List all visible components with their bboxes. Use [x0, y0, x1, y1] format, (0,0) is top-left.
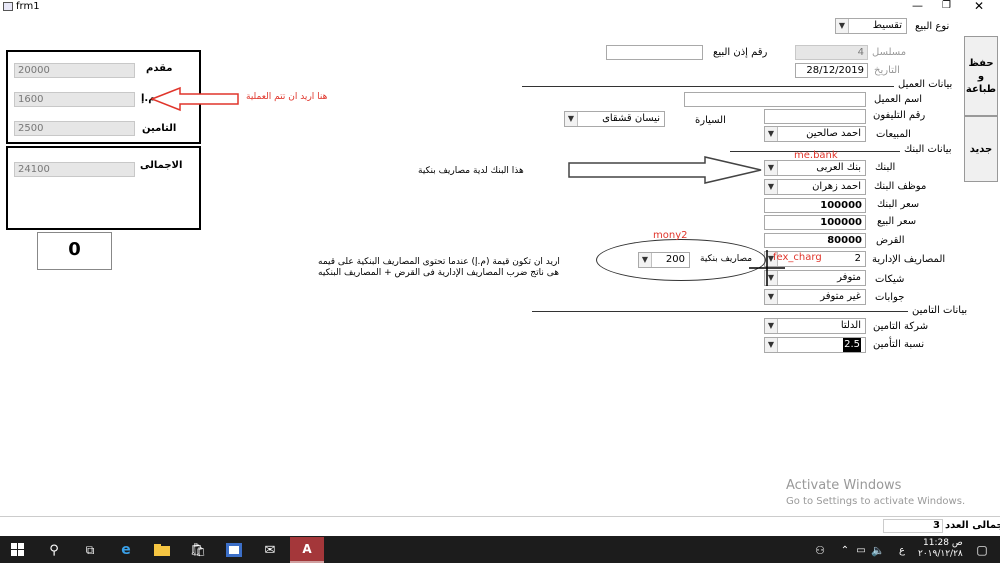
phone-field[interactable]: [764, 109, 866, 124]
m-field: 1600: [14, 92, 135, 107]
task-view-icon[interactable]: ⧉: [78, 537, 102, 563]
total-box: [6, 146, 201, 230]
sale-type-label: نوع البيع: [915, 21, 950, 32]
volume-icon[interactable]: 🔈: [870, 537, 886, 563]
loan-label: القرض: [876, 235, 905, 246]
count-value: 3: [933, 520, 940, 531]
language-indicator[interactable]: ع: [896, 537, 908, 563]
clock-date[interactable]: ٢٠١٩/١٢/٢٨: [918, 549, 963, 559]
bank-price-field[interactable]: 100000: [764, 198, 866, 213]
m-arrow: [150, 86, 239, 112]
chevron-up-icon[interactable]: ⌃: [838, 537, 852, 563]
employee-select[interactable]: ▼ احمد زهران: [764, 179, 866, 195]
minimize-icon[interactable]: —: [912, 0, 923, 12]
car-label: السيارة: [695, 115, 726, 126]
bank-arrow: [568, 156, 762, 184]
people-icon[interactable]: ⚇: [810, 537, 830, 563]
insurance-rate-select[interactable]: ▼ 2.5: [764, 337, 866, 353]
bank-select[interactable]: ▼ بنك العربى: [764, 160, 866, 176]
insurance-rate-label: نسبة التأمين: [873, 339, 925, 350]
phone-label: رقم التليفون: [873, 110, 926, 121]
formula-note-line2: هى ناتج ضرب المصاريف الإدارية فى القرض +…: [318, 268, 559, 278]
total-label: الاجمالى: [140, 160, 183, 171]
access-icon[interactable]: A: [290, 537, 324, 563]
windows-start-icon[interactable]: [6, 537, 30, 563]
network-icon[interactable]: ▭: [854, 537, 868, 563]
car-select[interactable]: ▼ نيسان قشقاى: [564, 111, 665, 127]
search-icon[interactable]: ⚲: [42, 537, 66, 563]
bank-price-label: سعر البنك: [877, 199, 920, 210]
close-icon[interactable]: ✕: [974, 0, 984, 13]
status-bar: [0, 516, 1000, 536]
sale-price-field[interactable]: 100000: [764, 215, 866, 230]
date-field[interactable]: 28/12/2019: [795, 63, 868, 78]
letters-select[interactable]: ▼ غير متوفر: [764, 289, 866, 305]
m-note: هنا اريد ان تتم العملية: [246, 92, 328, 102]
chevron-down-icon: ▼: [565, 112, 578, 126]
chevron-down-icon: ▼: [765, 338, 778, 352]
total-field: 24100: [14, 162, 135, 177]
bank-section-title: بيانات البنك: [904, 144, 952, 155]
sales-label: المبيعات: [876, 129, 911, 140]
insurance-amount-label: التامين: [142, 123, 177, 134]
down-payment-label: مقدم: [146, 63, 173, 74]
chevron-down-icon: ▼: [765, 319, 778, 333]
insurance-section-divider: [532, 311, 908, 312]
date-label: التاريخ: [874, 65, 900, 76]
notification-icon[interactable]: ▢: [972, 537, 992, 563]
chevron-down-icon: ▼: [765, 180, 778, 194]
permit-label: رقم إذن البيع: [713, 47, 768, 58]
clock-time[interactable]: 11:28 ص: [923, 538, 963, 548]
sale-type-select[interactable]: ▼ تقسيط: [835, 18, 907, 34]
letters-label: جوابات: [875, 292, 905, 303]
loan-field[interactable]: 80000: [764, 233, 866, 248]
chevron-down-icon: ▼: [765, 161, 778, 175]
formula-note-line1: اريد ان تكون قيمة (م.إ) عندما تحتوى المص…: [318, 257, 560, 267]
bank-fees-label: مصاريف بنكية: [700, 254, 753, 264]
insurance-company-select[interactable]: ▼ الدلتا: [764, 318, 866, 334]
count-label: اجمالى العدد: [945, 520, 1000, 531]
chevron-down-icon: ▼: [765, 127, 778, 141]
down-payment-field: 20000: [14, 63, 135, 78]
save-print-button[interactable]: حفظ و طباعة: [964, 36, 998, 116]
zero-box: 0: [37, 232, 112, 270]
employee-label: موظف البنك: [874, 181, 927, 192]
insurance-amount-field: 2500: [14, 121, 135, 136]
chevron-down-icon: ▼: [765, 290, 778, 304]
crosshair-mark: [749, 250, 785, 286]
chevron-down-icon: ▼: [836, 19, 849, 33]
app-icon-blue[interactable]: [222, 537, 246, 563]
client-section-title: بيانات العميل: [898, 79, 953, 90]
watermark-line2: Go to Settings to activate Windows.: [786, 496, 966, 507]
mony2-annotation: mony2: [653, 230, 688, 241]
watermark-line1: Activate Windows: [786, 478, 902, 493]
sale-price-label: سعر البيع: [877, 216, 917, 227]
checks-label: شيكات: [875, 274, 905, 285]
bank-fees-select[interactable]: ▼ 200: [638, 252, 690, 268]
title-bar: frm1 — ❐ ✕: [0, 0, 1000, 14]
insurance-section-title: بيانات التامين: [912, 305, 968, 316]
serial-field: 4: [795, 45, 868, 60]
admin-fees-label: المصاريف الإدارية: [872, 254, 946, 265]
permit-field[interactable]: [606, 45, 703, 60]
app-icon: [3, 2, 13, 11]
file-explorer-icon[interactable]: [150, 537, 174, 563]
maximize-icon[interactable]: ❐: [942, 0, 951, 11]
insurance-company-label: شركة التامين: [873, 321, 929, 332]
client-section-divider: [522, 86, 894, 87]
edge-icon[interactable]: e: [114, 537, 138, 563]
window-title: frm1: [16, 1, 40, 12]
serial-label: مسلسل: [872, 47, 907, 58]
store-icon[interactable]: 🛍: [186, 537, 210, 563]
client-name-field[interactable]: [684, 92, 866, 107]
bank-note: هذا البنك لدية مصاريف بنكية: [418, 166, 524, 176]
new-button[interactable]: جديد: [964, 116, 998, 182]
client-name-label: اسم العميل: [874, 94, 923, 105]
sales-select[interactable]: ▼ احمد صالحين: [764, 126, 866, 142]
mail-icon[interactable]: ✉: [258, 537, 282, 563]
bank-label: البنك: [875, 162, 896, 173]
chevron-down-icon: ▼: [639, 253, 652, 267]
